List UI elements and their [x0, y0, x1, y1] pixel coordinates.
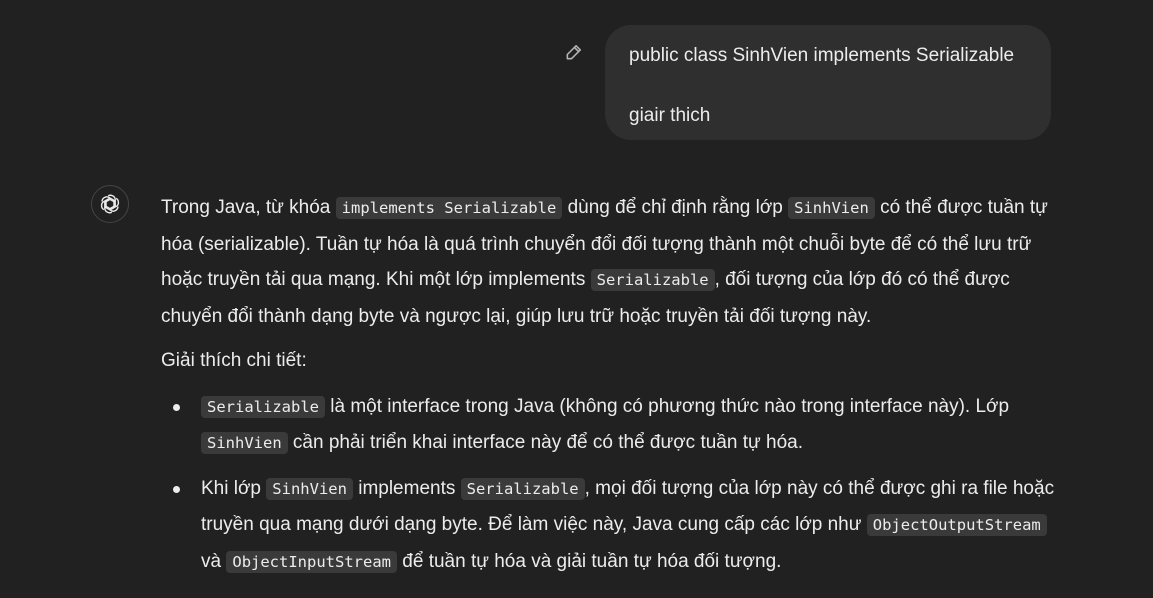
text: cần phải triển khai interface này để có …: [287, 432, 803, 453]
bullet-dot: [173, 403, 180, 411]
inline-code: Serializable: [460, 477, 585, 500]
inline-code: implements Serializable: [335, 197, 563, 219]
openai-logo-icon: [100, 194, 120, 214]
user-message-line: giair thich: [629, 105, 711, 126]
list-item: Serializable là một interface trong Java…: [161, 389, 1061, 462]
edit-message-button[interactable]: [562, 40, 586, 64]
assistant-avatar: [91, 185, 129, 223]
text: để tuần tự hóa và giải tuần tự hóa đối t…: [397, 550, 782, 572]
user-message-line: public class SinhVien implements Seriali…: [629, 45, 1015, 66]
user-message-bubble: public class SinhVien implements Seriali…: [605, 25, 1051, 140]
inline-code: SinhVien: [201, 432, 288, 454]
assistant-message: Trong Java, từ khóa implements Serializa…: [161, 190, 1061, 580]
text: dùng để chỉ định rằng lớp: [562, 197, 789, 218]
list-item: Khi lớp SinhVien implements Serializable…: [161, 471, 1061, 581]
text: và: [201, 550, 227, 572]
text: Khi lớp: [201, 477, 267, 499]
chat-page: public class SinhVien implements Seriali…: [0, 0, 1153, 598]
answer-paragraph: Trong Java, từ khóa implements Serializa…: [161, 190, 1061, 334]
inline-code: SinhVien: [266, 477, 353, 500]
bullet-list: Serializable là một interface trong Java…: [161, 389, 1061, 581]
inline-code: Serializable: [201, 395, 325, 418]
text: là một interface trong Java (không có ph…: [324, 395, 1010, 417]
inline-code: Serializable: [590, 269, 715, 291]
inline-code: ObjectInputStream: [226, 550, 397, 573]
answer-subheading: Giải thích chi tiết:: [161, 350, 307, 371]
inline-code: SinhVien: [788, 197, 875, 219]
bullet-dot: [173, 485, 180, 493]
inline-code: ObjectOutputStream: [866, 514, 1047, 536]
text: Trong Java, từ khóa: [161, 197, 336, 218]
pencil-icon: [566, 44, 582, 60]
text: implements: [352, 477, 461, 499]
